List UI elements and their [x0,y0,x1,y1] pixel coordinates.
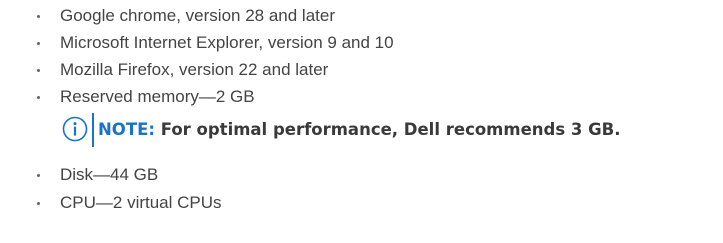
requirements-document: Google chrome, version 28 and later Micr… [0,0,723,243]
bullet-icon [37,174,40,177]
note-divider [92,113,94,147]
bullet-icon [37,42,40,45]
note-body: For optimal performance, Dell recommends… [154,120,621,139]
list-item: Google chrome, version 28 and later [0,3,700,29]
list-item-text: Mozilla Firefox, version 22 and later [60,60,329,79]
list-item: Mozilla Firefox, version 22 and later [0,57,700,83]
bullet-icon [37,15,40,18]
bullet-icon [37,69,40,72]
note-text: NOTE: For optimal performance, Dell reco… [98,117,621,143]
list-item: CPU—2 virtual CPUs [0,190,700,216]
list-item-text: Reserved memory—2 GB [60,87,255,106]
info-circle-icon [62,116,88,142]
list-item: Reserved memory—2 GB [0,84,700,110]
note-label: NOTE: [98,120,155,139]
list-item: Disk—44 GB [0,162,700,188]
list-item: Microsoft Internet Explorer, version 9 a… [0,30,700,56]
list-item-text: CPU—2 virtual CPUs [60,193,222,212]
bullet-icon [37,96,40,99]
list-item-text: Disk—44 GB [60,165,159,184]
bullet-icon [37,202,40,205]
note-callout: NOTE: For optimal performance, Dell reco… [62,113,722,147]
list-item-text: Google chrome, version 28 and later [60,6,335,25]
list-item-text: Microsoft Internet Explorer, version 9 a… [60,33,394,52]
